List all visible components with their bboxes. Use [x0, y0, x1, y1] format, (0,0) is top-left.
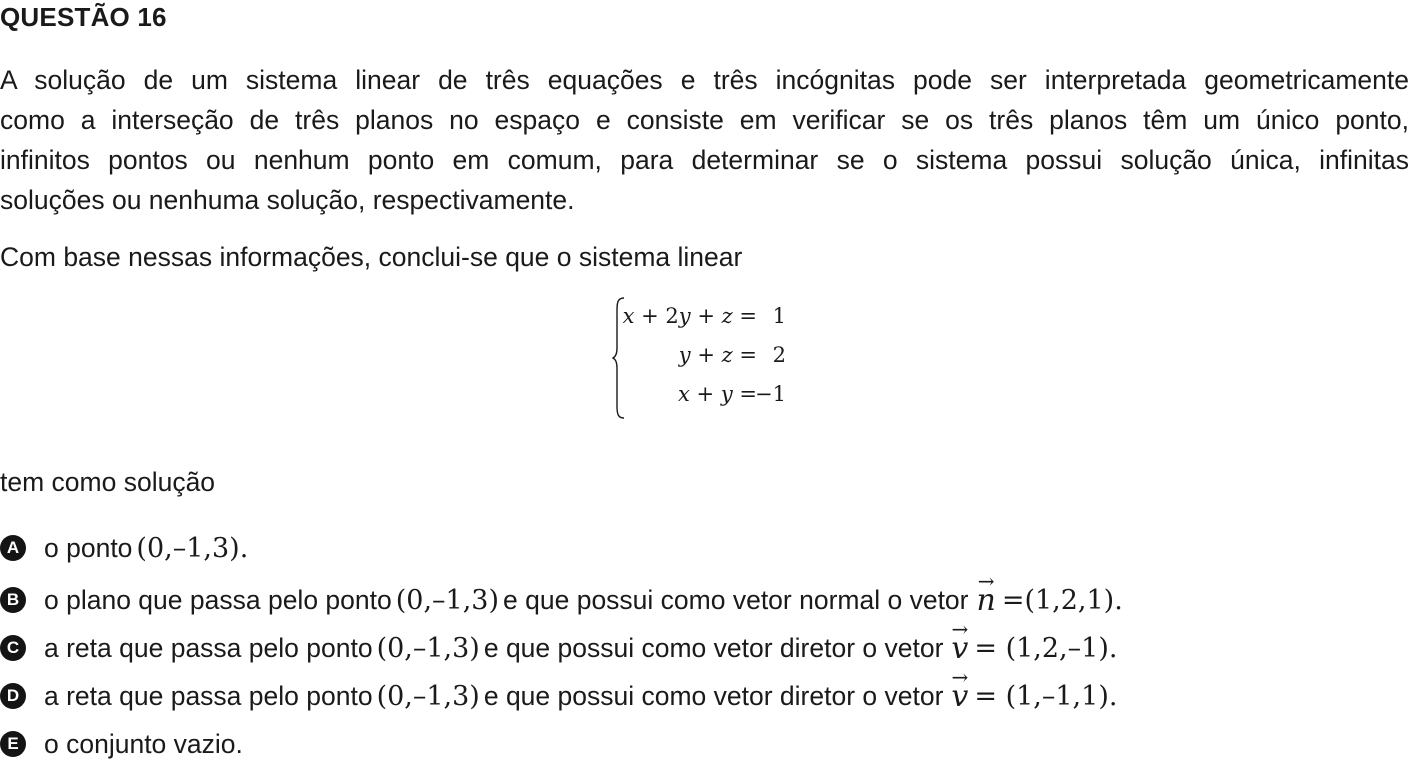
option-d-vector-value: = (1,–1,1).: [974, 680, 1118, 712]
intro-line-1: A solução de um sistema linear de três e…: [0, 65, 1409, 95]
option-b-point: (0,–1,3): [395, 584, 500, 616]
option-c-badge: C: [0, 635, 26, 661]
option-d-vector: → v: [951, 664, 969, 714]
vector-arrow-icon: →: [951, 616, 969, 641]
option-c[interactable]: C a reta que passa pelo ponto (0,–1,3) e…: [0, 616, 1121, 668]
option-b-badge: B: [0, 587, 26, 613]
question-title: QUESTÃO 16: [0, 2, 167, 32]
intro-line-2: como a interseção de três planos no espa…: [0, 105, 1409, 135]
option-b[interactable]: B o plano que passa pelo ponto (0,–1,3) …: [0, 568, 1127, 620]
equation-1-rhs: 1: [772, 304, 786, 328]
option-a-badge: A: [0, 535, 26, 561]
vector-arrow-icon: →: [977, 568, 995, 593]
option-e-text: o conjunto vazio.: [44, 728, 243, 759]
intro-line-4: soluções ou nenhuma solução, respectivam…: [0, 185, 575, 215]
option-b-vector-value: =(1,2,1).: [1001, 584, 1123, 616]
solution-prompt: tem como solução: [0, 467, 216, 497]
equation-2-lhs: y + z =: [678, 343, 757, 367]
option-c-text-middle: e que possui como vetor diretor o vetor: [483, 632, 944, 663]
option-d[interactable]: D a reta que passa pelo ponto (0,–1,3) e…: [0, 664, 1121, 716]
option-b-text: o plano que passa pelo ponto: [44, 584, 392, 615]
equation-2-rhs: 2: [772, 343, 786, 367]
option-d-point: (0,–1,3): [376, 680, 480, 712]
equation-3-rhs: −1: [755, 382, 786, 406]
option-c-vector: → v: [951, 616, 969, 666]
vector-arrow-icon: →: [951, 664, 969, 689]
option-d-text: a reta que passa pelo ponto: [44, 680, 373, 711]
option-a-point: (0,–1,3).: [136, 532, 249, 564]
option-c-point: (0,–1,3): [376, 632, 480, 664]
option-e-badge: E: [0, 731, 26, 757]
option-d-text-middle: e que possui como vetor diretor o vetor: [483, 680, 944, 711]
question-page: QUESTÃO 16 A solução de um sistema linea…: [0, 0, 1409, 762]
option-b-text-middle: e que possui como vetor normal o vetor: [503, 584, 969, 615]
equation-1-lhs: x + 2y + z =: [622, 304, 757, 328]
option-a-text: o ponto: [44, 532, 133, 563]
option-e[interactable]: E o conjunto vazio.: [0, 724, 243, 764]
equation-3-lhs: x + y =: [678, 382, 757, 406]
option-c-vector-value: = (1,2,–1).: [974, 632, 1118, 664]
option-b-vector: → n: [976, 568, 996, 618]
prompt-paragraph: Com base nessas informações, conclui-se …: [0, 242, 743, 272]
linear-system: x + 2y + z = 1 y + z = 2 x + y = −1: [612, 296, 812, 420]
option-d-badge: D: [0, 683, 26, 709]
option-c-text: a reta que passa pelo ponto: [44, 632, 373, 663]
option-a[interactable]: A o ponto (0,–1,3).: [0, 528, 252, 568]
intro-paragraph: A solução de um sistema linear de três e…: [0, 60, 1409, 220]
intro-line-3: infinitos pontos ou nenhum ponto em comu…: [0, 145, 1409, 175]
